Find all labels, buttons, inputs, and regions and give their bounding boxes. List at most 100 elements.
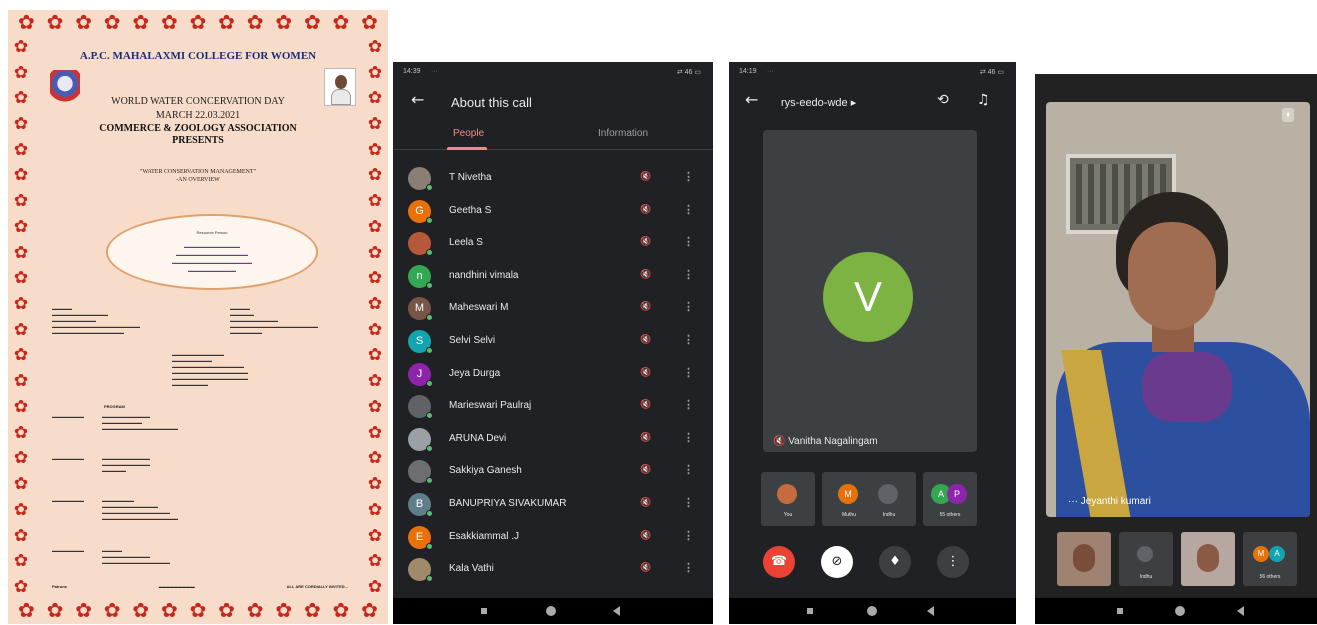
participant-row[interactable]: G Geetha S 🔇 ⋮ <box>393 195 713 228</box>
participant-thumb[interactable] <box>1181 532 1235 586</box>
participant-avatar: M <box>408 297 433 322</box>
speaker-name-label: ··· Jeyanthi kumari <box>1068 496 1151 507</box>
participant-thumb[interactable] <box>1057 532 1111 586</box>
speaker-name: Vanitha Nagalingam <box>788 436 878 447</box>
poster-coordinator-block: ▬▬▬▬▬▬▬▬▬▬▬▬▬ ▬▬▬▬▬▬▬▬▬▬ ▬▬▬▬▬▬▬▬▬▬▬▬▬▬▬▬▬… <box>172 352 248 387</box>
avatar-initial: E <box>415 530 424 543</box>
recents-nav-icon[interactable] <box>807 608 813 614</box>
more-options-icon[interactable]: ⋮ <box>683 268 694 281</box>
online-dot-icon <box>426 314 433 322</box>
more-options-icon[interactable]: ⋮ <box>683 431 694 444</box>
back-nav-icon[interactable] <box>927 606 934 616</box>
resource-person-oval: Resource Person ▬▬▬▬▬▬▬▬▬▬▬▬▬▬ ▬▬▬▬▬▬▬▬▬… <box>106 214 318 290</box>
poster-college-name: A.P.C. MAHALAXMI COLLEGE FOR WOMEN <box>79 50 317 62</box>
participant-thumb[interactable]: Indhu <box>1119 532 1173 586</box>
status-time: 14:19 <box>739 68 757 75</box>
participant-avatar: B <box>408 492 433 517</box>
participant-row[interactable]: Sakkiya Ganesh 🔇 ⋮ <box>393 455 713 488</box>
mic-button[interactable]: ♦ <box>879 546 911 578</box>
participant-name: T Nivetha <box>449 172 492 183</box>
muted-mic-icon: 🔇 <box>640 171 652 181</box>
home-nav-icon[interactable] <box>867 606 877 616</box>
home-nav-icon[interactable] <box>546 606 556 616</box>
participant-name: Jeya Durga <box>449 367 501 379</box>
about-call-screen: 14:39 ··· ⇄ 46 ▭ ← About this call Peopl… <box>393 62 713 624</box>
participant-row[interactable]: n nandhini vimala 🔇 ⋮ <box>393 260 713 293</box>
more-options-icon[interactable]: ⋮ <box>683 170 694 183</box>
participant-avatar: M <box>1253 546 1269 562</box>
speaker-name: Jeyanthi kumari <box>1080 496 1151 507</box>
hang-up-button[interactable]: ☎ <box>763 546 795 578</box>
participant-row[interactable]: ARUNA Devi 🔇 ⋮ <box>393 423 713 456</box>
participant-thumb[interactable]: You <box>761 472 815 526</box>
poster-contact: ▬▬▬▬▬▬▬▬▬ <box>158 584 195 589</box>
others-thumb[interactable]: A P 55 others <box>923 472 977 526</box>
resource-line: ▬▬▬▬▬▬▬▬▬▬▬▬▬▬▬▬▬▬▬▬ <box>172 260 252 265</box>
participant-avatar: P <box>947 484 967 504</box>
back-arrow-icon[interactable]: ← <box>411 90 424 109</box>
switch-camera-icon[interactable]: ⟲ <box>937 92 949 108</box>
audio-output-icon[interactable]: ♫ <box>977 92 990 108</box>
back-nav-icon[interactable] <box>1237 606 1244 616</box>
muted-mic-icon: 🔇 <box>640 236 652 247</box>
participant-row[interactable]: Leela S 🔇 ⋮ <box>393 227 713 260</box>
muted-mic-icon: 🔇 <box>640 203 652 214</box>
status-bar: 14:39 ··· ⇄ 46 ▭ <box>393 62 713 84</box>
poster-topic: "WATER CONSERVATION MANAGEMENT" -AN OVER… <box>34 168 362 184</box>
participant-row[interactable]: E Esakkiammal .J 🔇 ⋮ <box>393 521 713 554</box>
others-thumb[interactable]: M A 56 others <box>1243 532 1297 586</box>
resource-line: ▬▬▬▬▬▬▬▬▬▬▬▬▬▬▬▬▬▬ <box>176 252 248 257</box>
person-face <box>1128 222 1216 330</box>
home-nav-icon[interactable] <box>1175 606 1185 616</box>
more-options-icon[interactable]: ⋮ <box>683 203 694 216</box>
muted-mic-icon: 🔇 <box>640 301 652 312</box>
participant-row[interactable]: T Nivetha 🔇 ⋮ <box>393 162 713 195</box>
avatar-initial: J <box>416 367 423 380</box>
recents-nav-icon[interactable] <box>481 608 487 614</box>
more-options-icon[interactable]: ⋮ <box>683 463 694 476</box>
participant-thumb[interactable]: Indhu <box>862 472 916 526</box>
more-options-button[interactable]: ⋮ <box>937 546 969 578</box>
back-arrow-icon[interactable]: ← <box>745 90 758 109</box>
more-options-icon[interactable]: ⋮ <box>683 333 694 346</box>
more-options-icon[interactable]: ⋮ <box>683 398 694 411</box>
participant-row[interactable]: J Jeya Durga 🔇 ⋮ <box>393 358 713 391</box>
more-options-icon[interactable]: ⋮ <box>683 366 694 379</box>
page-title: About this call <box>451 95 532 110</box>
participant-row[interactable]: S Selvi Selvi 🔇 ⋮ <box>393 325 713 358</box>
participant-avatar: G <box>408 199 433 224</box>
more-options-icon[interactable]: ⋮ <box>683 235 694 248</box>
tab-people[interactable]: People <box>453 128 484 139</box>
participant-row[interactable]: Kala Vathi 🔇 ⋮ <box>393 553 713 586</box>
participant-row[interactable]: Marieswari Paulraj 🔇 ⋮ <box>393 390 713 423</box>
status-icons: ⇄ 46 ▭ <box>676 69 701 76</box>
online-dot-icon <box>426 412 433 420</box>
tab-information[interactable]: Information <box>598 128 648 139</box>
participant-name: ARUNA Devi <box>449 432 507 444</box>
person-blouse <box>1142 352 1232 422</box>
back-nav-icon[interactable] <box>613 606 620 616</box>
event-poster: ✿ ✿ ✿ ✿ ✿ ✿ ✿ ✿ ✿ ✿ ✿ ✿ ✿ ✿ ✿ ✿ ✿ ✿ ✿ ✿ ✿ ✿ ✿ ✿ ✿ ✿ ✿ ✿ ✿ ✿ ✿ ✿ ✿ ✿ ✿ ✿ ✿ ✿… <box>8 10 388 624</box>
online-dot-icon <box>426 281 433 289</box>
muted-mic-icon: 🔇 <box>640 496 652 507</box>
poster-program-title: PROGRAM <box>104 404 125 409</box>
camera-off-button[interactable]: ⊘ <box>821 546 853 578</box>
muted-mic-icon: 🔇 <box>640 268 652 279</box>
participant-avatar <box>408 395 433 420</box>
poster-topic-subline: -AN OVERVIEW <box>176 177 220 183</box>
more-options-icon[interactable]: ⋮ <box>683 496 694 509</box>
recents-nav-icon[interactable] <box>1117 608 1123 614</box>
poster-convenor-block: ▬▬▬▬▬ ▬▬▬▬▬▬▬▬▬▬▬▬▬▬ ▬▬▬▬▬▬▬▬▬▬▬ ▬▬▬▬▬▬▬▬▬▬… <box>52 306 140 335</box>
mic-indicator-icon: ♦ <box>1282 108 1294 122</box>
participant-row[interactable]: M Maheswari M 🔇 ⋮ <box>393 292 713 325</box>
meeting-code[interactable]: rys-eedo-wde ▸ <box>781 96 856 109</box>
main-video-feed: ♦ ··· Jeyanthi kumari <box>1046 102 1310 517</box>
more-options-icon[interactable]: ⋮ <box>683 561 694 574</box>
more-options-icon[interactable]: ⋮ <box>683 529 694 542</box>
participant-name: Sakkiya Ganesh <box>449 465 522 477</box>
participant-row[interactable]: B BANUPRIYA SIVAKUMAR 🔇 ⋮ <box>393 488 713 521</box>
participant-label: Indhu <box>1139 574 1153 580</box>
participant-avatar <box>408 460 433 485</box>
more-options-icon[interactable]: ⋮ <box>683 300 694 313</box>
participant-avatar: n <box>408 264 433 289</box>
